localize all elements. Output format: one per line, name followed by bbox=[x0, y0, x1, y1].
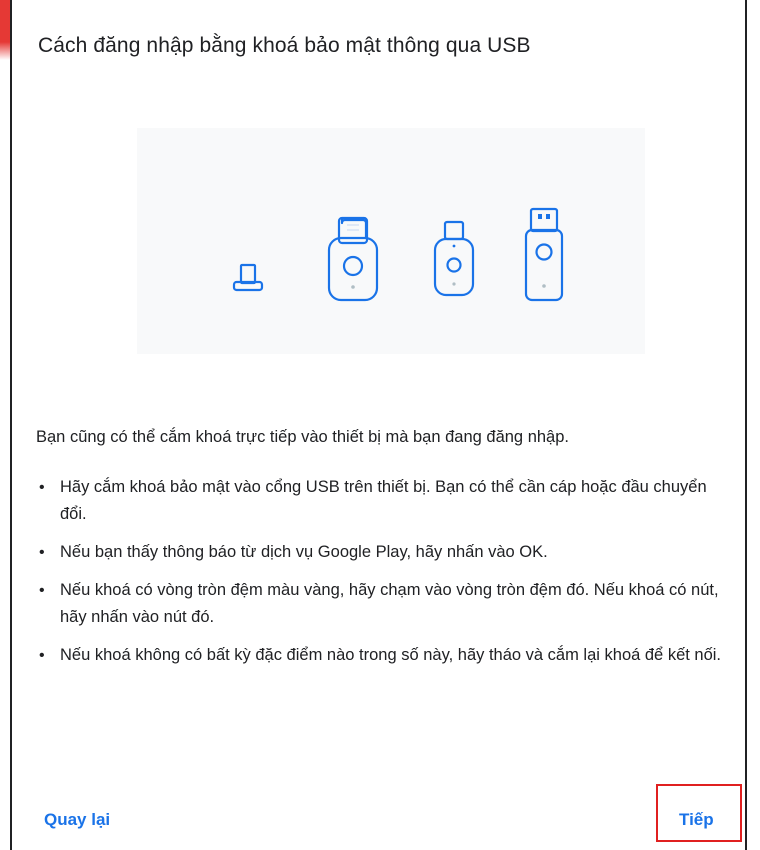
security-key-dialog: Cách đăng nhập bằng khoá bảo mật thông q… bbox=[10, 0, 747, 850]
small-usb-key-icon bbox=[433, 220, 475, 297]
usb-key-with-button-icon bbox=[524, 207, 564, 302]
next-button[interactable]: Tiếp bbox=[679, 810, 714, 830]
list-item: • Nếu khoá không có bất kỳ đặc điểm nào … bbox=[36, 642, 736, 669]
page: Cách đăng nhập bằng khoá bảo mật thông q… bbox=[0, 0, 760, 850]
bullet: • bbox=[39, 647, 45, 664]
tip-text: Nếu bạn thấy thông báo từ dịch vụ Google… bbox=[60, 543, 548, 561]
dialog-description: Bạn cũng có thể cắm khoá trực tiếp vào t… bbox=[36, 428, 569, 446]
tip-text: Nếu khoá không có bất kỳ đặc điểm nào tr… bbox=[60, 646, 722, 664]
bullet: • bbox=[39, 479, 45, 496]
bullet: • bbox=[39, 582, 45, 599]
background-decoration bbox=[0, 0, 10, 60]
tip-text: Nếu khoá có vòng tròn đệm màu vàng, hãy … bbox=[60, 581, 719, 626]
tip-text: Hãy cắm khoá bảo mật vào cổng USB trên t… bbox=[60, 478, 707, 523]
illustration-svg bbox=[232, 207, 564, 302]
list-item: • Nếu khoá có vòng tròn đệm màu vàng, hã… bbox=[36, 577, 736, 631]
bullet: • bbox=[39, 544, 45, 561]
dialog-title: Cách đăng nhập bằng khoá bảo mật thông q… bbox=[38, 34, 531, 57]
security-keys-illustration bbox=[137, 128, 645, 354]
usb-a-key-icon bbox=[327, 216, 379, 302]
usb-c-key-icon bbox=[232, 263, 264, 292]
list-item: • Nếu bạn thấy thông báo từ dịch vụ Goog… bbox=[36, 539, 736, 566]
list-item: • Hãy cắm khoá bảo mật vào cổng USB trên… bbox=[36, 474, 736, 528]
tips-list: • Hãy cắm khoá bảo mật vào cổng USB trên… bbox=[36, 474, 736, 680]
back-button[interactable]: Quay lại bbox=[44, 810, 110, 830]
